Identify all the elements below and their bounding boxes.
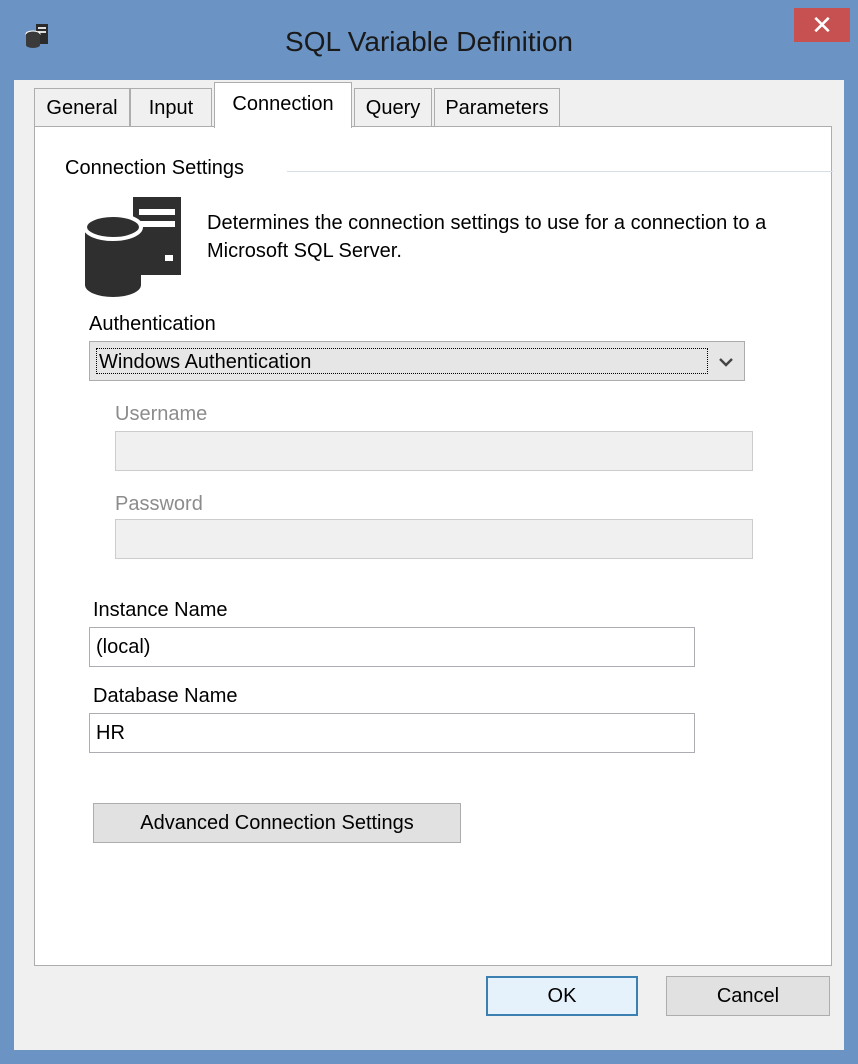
authentication-selected-value: Windows Authentication: [96, 348, 708, 374]
sql-server-icon: [83, 197, 181, 297]
password-field[interactable]: [115, 519, 753, 559]
group-divider: [287, 171, 833, 172]
chevron-down-icon: [719, 358, 733, 367]
title-bar[interactable]: SQL Variable Definition ✕: [0, 0, 858, 80]
tab-input[interactable]: Input: [130, 88, 212, 126]
tab-query[interactable]: Query: [354, 88, 432, 126]
dialog-client: General Input Connection Query Parameter…: [14, 80, 844, 1050]
instance-name-field[interactable]: (local): [89, 627, 695, 667]
authentication-label: Authentication: [89, 313, 216, 335]
ok-button[interactable]: OK: [486, 976, 638, 1016]
tab-connection[interactable]: Connection: [214, 82, 352, 128]
close-icon: ✕: [811, 10, 833, 40]
connection-settings-heading: Connection Settings: [65, 157, 245, 179]
connection-description: Determines the connection settings to us…: [207, 212, 767, 262]
instance-name-label: Instance Name: [93, 599, 228, 621]
advanced-connection-settings-button[interactable]: Advanced Connection Settings: [93, 803, 461, 843]
password-label: Password: [115, 493, 203, 515]
username-label: Username: [115, 403, 208, 425]
database-name-label: Database Name: [93, 685, 238, 707]
authentication-dropdown[interactable]: Windows Authentication: [89, 341, 745, 381]
dialog-window: SQL Variable Definition ✕ General Input …: [0, 0, 858, 1064]
close-button[interactable]: ✕: [794, 8, 850, 42]
tab-general[interactable]: General: [34, 88, 130, 126]
tab-parameters[interactable]: Parameters: [434, 88, 560, 126]
username-field[interactable]: [115, 431, 753, 471]
cancel-button[interactable]: Cancel: [666, 976, 830, 1016]
window-title: SQL Variable Definition: [285, 26, 573, 57]
connection-tab-panel: Connection Settings Determines the conne…: [34, 126, 833, 966]
database-name-field[interactable]: HR: [89, 713, 695, 753]
